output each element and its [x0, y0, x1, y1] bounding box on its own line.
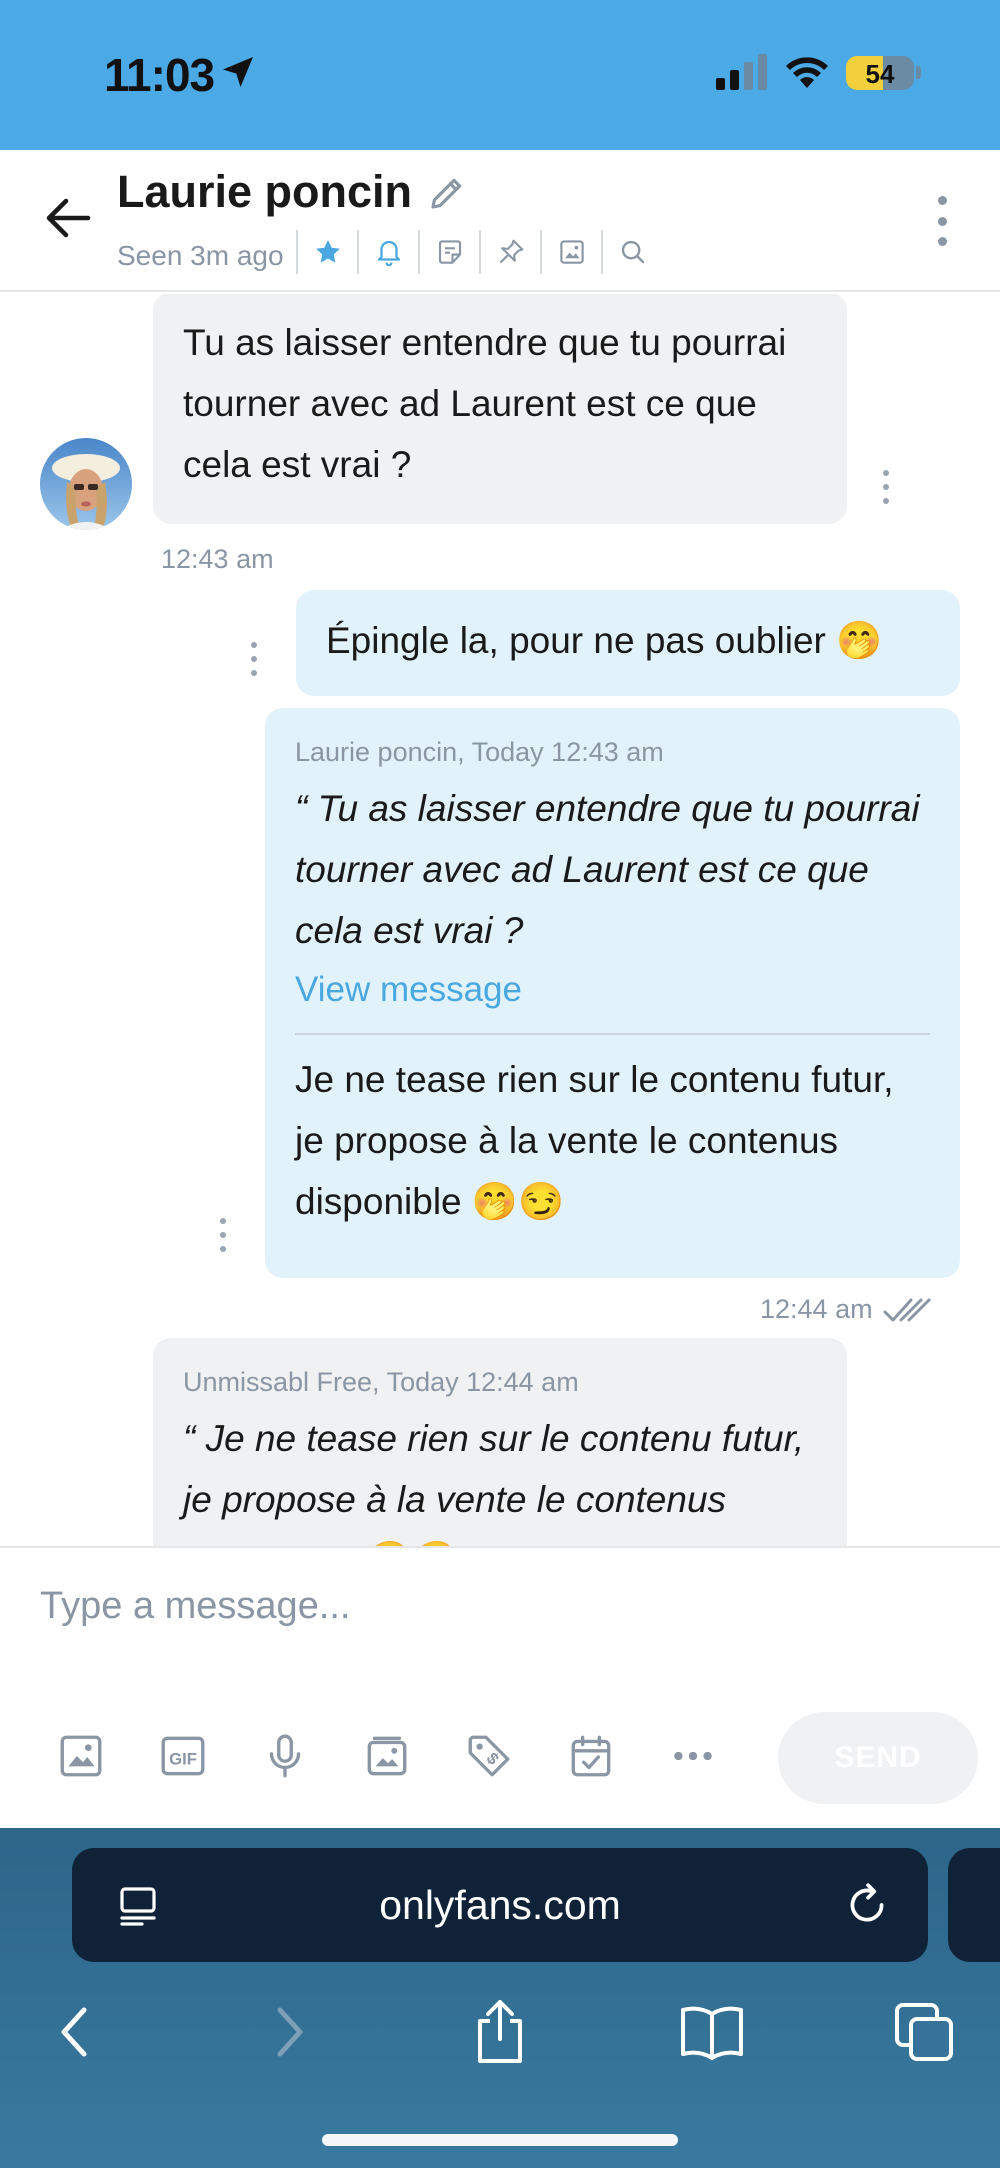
chevron-right-icon: [277, 2007, 303, 2057]
wifi-icon: [786, 57, 828, 88]
message-list[interactable]: Tu as laisser entendre que tu pourrai to…: [0, 294, 1000, 1546]
status-bar: 11:03 54: [0, 0, 1000, 150]
incoming-reply-message[interactable]: Unmissabl Free, Today 12:44 am “ Je ne t…: [153, 1338, 847, 1546]
reload-icon[interactable]: [842, 1880, 892, 1930]
message-input[interactable]: [40, 1568, 940, 1644]
avatar-image: [40, 438, 132, 530]
battery-level: 54: [865, 59, 895, 89]
more-actions-button[interactable]: [642, 1726, 744, 1786]
search-chat-button[interactable]: [601, 230, 662, 274]
divider: [295, 1033, 930, 1035]
quoted-text: “ Tu as laisser entendre que tu pourrai …: [295, 788, 920, 951]
message-text: Épingle la, pour ne pas oublier 🤭: [326, 620, 883, 661]
browser-forward-button[interactable]: [250, 1992, 330, 2072]
browser-toolbar: onlyfans.com: [0, 1828, 1000, 2168]
note-icon: [438, 240, 461, 264]
cellular-signal-icon: [716, 54, 767, 90]
message-text: Tu as laisser entendre que tu pourrai to…: [183, 322, 787, 485]
chat-toolbar: [296, 230, 662, 274]
pin-icon: [499, 239, 523, 264]
bell-icon: [377, 240, 400, 267]
double-check-icon: [883, 1298, 931, 1321]
browser-back-button[interactable]: [34, 1992, 114, 2072]
notifications-button[interactable]: [357, 230, 418, 274]
price-tag-icon: $: [468, 1735, 510, 1777]
svg-text:GIF: GIF: [169, 1749, 197, 1768]
last-seen-status: Seen 3m ago: [117, 240, 284, 271]
pencil-icon[interactable]: [426, 172, 468, 214]
view-message-link[interactable]: View message: [295, 961, 930, 1019]
media-gallery-button[interactable]: [540, 230, 601, 274]
vault-button[interactable]: [336, 1726, 438, 1786]
quoted-text: “ Je ne tease rien sur le contenu futur,…: [183, 1418, 805, 1546]
more-options-button[interactable]: [924, 196, 960, 246]
quoted-author: Laurie poncin, Today 12:43 am: [295, 737, 664, 767]
incoming-message[interactable]: Tu as laisser entendre que tu pourrai to…: [153, 294, 847, 524]
adjacent-tab[interactable]: [948, 1848, 1000, 1962]
attach-image-button[interactable]: [30, 1726, 132, 1786]
image-icon: [60, 1735, 102, 1777]
share-icon: [478, 2000, 522, 2063]
back-arrow-icon[interactable]: [40, 190, 96, 246]
status-time: 11:03: [104, 49, 215, 101]
star-icon: [315, 240, 340, 263]
vault-icon: [367, 1736, 407, 1776]
message-options-button[interactable]: [217, 1218, 229, 1252]
gif-icon: GIF: [161, 1736, 205, 1776]
search-icon: [621, 240, 644, 264]
calendar-icon: [571, 1735, 611, 1777]
quoted-author: Unmissabl Free, Today 12:44 am: [183, 1367, 579, 1397]
address-bar[interactable]: onlyfans.com: [72, 1848, 928, 1962]
more-icon: [674, 1751, 712, 1761]
battery-icon: 54: [846, 56, 914, 90]
message-text: Je ne tease rien sur le contenu futur, j…: [295, 1059, 894, 1222]
favorite-button[interactable]: [296, 230, 357, 274]
message-composer: GIF $ SEND: [0, 1546, 1000, 1828]
composer-toolbar: GIF $: [30, 1726, 744, 1786]
outgoing-message[interactable]: Épingle la, pour ne pas oublier 🤭: [296, 590, 960, 696]
url-text: onlyfans.com: [379, 1882, 621, 1928]
message-timestamp-row: 12:44 am: [760, 1294, 933, 1325]
book-icon: [681, 2006, 743, 2060]
bookmarks-button[interactable]: [672, 1992, 752, 2072]
share-button[interactable]: [460, 1992, 540, 2072]
voice-message-button[interactable]: [234, 1726, 336, 1786]
home-indicator: [322, 2134, 678, 2146]
contact-name[interactable]: Laurie poncin: [117, 166, 412, 218]
tabs-button[interactable]: [884, 1992, 964, 2072]
send-button[interactable]: SEND: [778, 1712, 978, 1804]
message-options-button[interactable]: [248, 642, 260, 676]
chevron-left-icon: [61, 2007, 87, 2057]
location-arrow-icon: [223, 57, 253, 87]
message-timestamp: 12:44 am: [760, 1294, 873, 1324]
tabs-icon: [895, 2003, 953, 2061]
outgoing-reply-message[interactable]: Laurie poncin, Today 12:43 am “ Tu as la…: [265, 708, 960, 1278]
schedule-button[interactable]: [540, 1726, 642, 1786]
image-icon: [559, 240, 584, 264]
message-timestamp: 12:43 am: [161, 544, 274, 574]
gif-button[interactable]: GIF: [132, 1726, 234, 1786]
avatar[interactable]: [40, 438, 132, 530]
notes-button[interactable]: [418, 230, 479, 274]
price-button[interactable]: $: [438, 1726, 540, 1786]
message-options-button[interactable]: [880, 470, 892, 504]
pinned-button[interactable]: [479, 230, 540, 274]
chat-header: Laurie poncin Seen 3m ago: [0, 150, 1000, 292]
microphone-icon: [269, 1734, 301, 1778]
